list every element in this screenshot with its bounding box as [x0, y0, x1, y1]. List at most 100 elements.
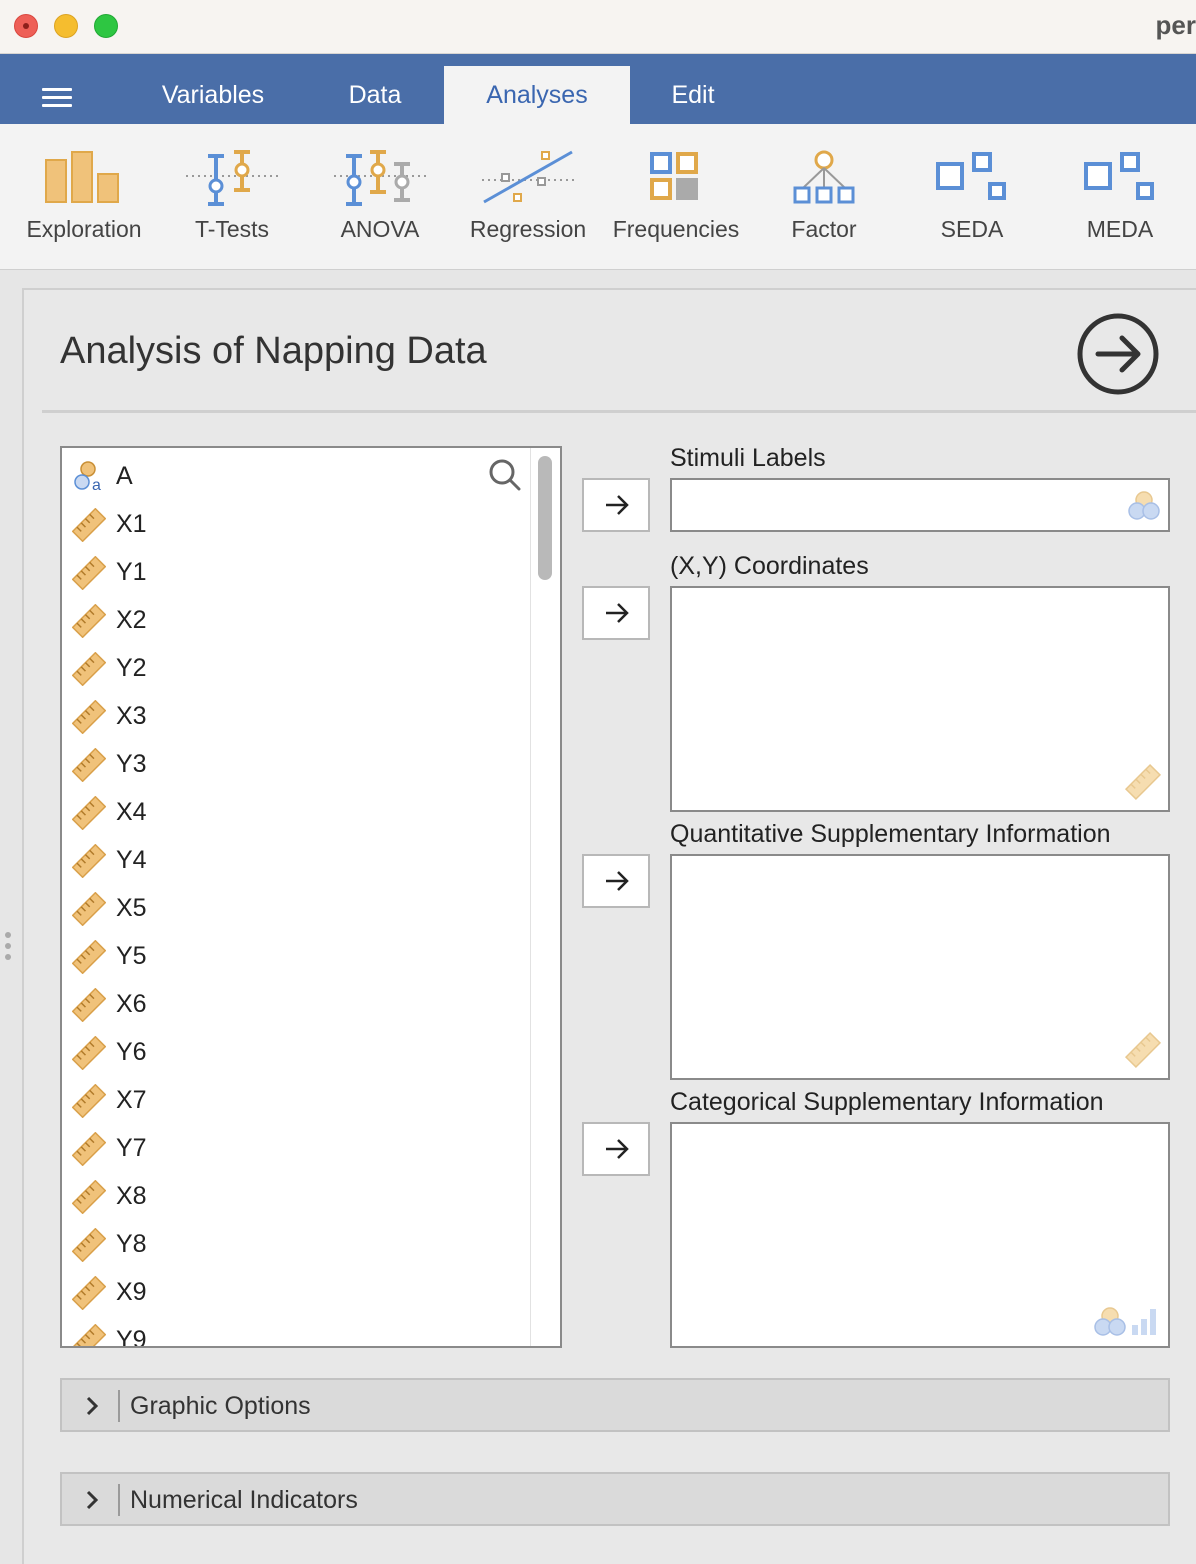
header-divider: [42, 410, 1196, 413]
move-to-quantitative-button[interactable]: [582, 854, 650, 908]
close-window-button[interactable]: [14, 14, 38, 38]
variable-item[interactable]: Y9: [62, 1316, 522, 1348]
continuous-variable-icon: [71, 555, 107, 591]
quantitative-supplementary-box[interactable]: [670, 854, 1170, 1080]
variable-item[interactable]: Y4: [62, 836, 522, 884]
search-icon[interactable]: [488, 458, 522, 497]
svg-text:a: a: [92, 477, 101, 494]
categorical-supplementary-box[interactable]: [670, 1122, 1170, 1348]
continuous-variable-icon: [71, 699, 107, 735]
zoom-window-button[interactable]: [94, 14, 118, 38]
frequencies-icon: [650, 152, 698, 200]
t-tests-icon: [186, 150, 278, 206]
nominal-ordinal-hint-icon: [1092, 1305, 1162, 1342]
tab-variables[interactable]: Variables: [138, 66, 288, 124]
continuous-variable-icon: [71, 795, 107, 831]
variable-item[interactable]: Y2: [62, 644, 522, 692]
variable-name: X2: [116, 606, 147, 634]
graphic-options-title: Graphic Options: [130, 1392, 311, 1420]
menu-icon[interactable]: [42, 88, 74, 110]
variable-item[interactable]: X2: [62, 596, 522, 644]
move-to-coordinates-button[interactable]: [582, 586, 650, 640]
t-tests-label: T-Tests: [194, 216, 270, 242]
move-to-categorical-button[interactable]: [582, 1122, 650, 1176]
continuous-variable-hint-icon: [1124, 1031, 1162, 1074]
factor-label: Factor: [791, 216, 857, 242]
run-analysis-button[interactable]: [1076, 312, 1160, 396]
variable-name: A: [116, 462, 133, 490]
tab-edit[interactable]: Edit: [640, 66, 746, 124]
numerical-indicators-section[interactable]: Numerical Indicators: [60, 1472, 1170, 1526]
variable-name: Y4: [116, 846, 147, 874]
variable-name: Y3: [116, 750, 147, 778]
variable-name: Y8: [116, 1230, 147, 1258]
variable-item[interactable]: Y5: [62, 932, 522, 980]
variable-item[interactable]: X5: [62, 884, 522, 932]
variable-name: X4: [116, 798, 147, 826]
variable-name: X1: [116, 510, 147, 538]
variable-list-scroll-thumb[interactable]: [538, 456, 552, 580]
nominal-variable-hint-icon: [1126, 489, 1162, 526]
continuous-variable-hint-icon: [1124, 763, 1162, 806]
arrow-right-icon: [606, 1139, 629, 1159]
continuous-variable-icon: [71, 891, 107, 927]
arrow-right-icon: [606, 603, 629, 623]
variable-list-scrollbar[interactable]: [530, 448, 560, 1346]
variable-name: Y1: [116, 558, 147, 586]
variable-item[interactable]: Y7: [62, 1124, 522, 1172]
exploration-icon: [45, 151, 119, 203]
variable-name: X7: [116, 1086, 147, 1114]
frequencies-button[interactable]: Frequencies: [602, 124, 750, 270]
regression-icon: [482, 150, 574, 204]
variable-item[interactable]: Y1: [62, 548, 522, 596]
continuous-variable-icon: [71, 1275, 107, 1311]
chevron-right-icon: [86, 1490, 99, 1510]
continuous-variable-icon: [71, 507, 107, 543]
continuous-variable-icon: [71, 1179, 107, 1215]
variable-item[interactable]: X1: [62, 500, 522, 548]
stimuli-labels-box[interactable]: [670, 478, 1170, 532]
factor-button[interactable]: Factor: [750, 124, 898, 270]
variable-item[interactable]: Y8: [62, 1220, 522, 1268]
variable-item[interactable]: Y6: [62, 1028, 522, 1076]
variable-item[interactable]: X8: [62, 1172, 522, 1220]
variable-item[interactable]: X9: [62, 1268, 522, 1316]
continuous-variable-icon: [71, 603, 107, 639]
variable-name: Y2: [116, 654, 147, 682]
variable-name: Y5: [116, 942, 147, 970]
exploration-button[interactable]: Exploration: [10, 124, 158, 270]
variable-name: Y7: [116, 1134, 147, 1162]
variable-name: X6: [116, 990, 147, 1018]
tab-analyses[interactable]: Analyses: [444, 66, 630, 124]
variable-list[interactable]: a A X1 Y1 X2 Y2 X3 Y3 X4 Y4 X5 Y5 X6 Y6 X7 Y7 X8 Y8 X9 Y9: [60, 446, 562, 1348]
anova-button[interactable]: ANOVA: [306, 124, 454, 270]
variable-name: X3: [116, 702, 147, 730]
arrow-right-circle-icon: [1077, 313, 1159, 395]
t-tests-button[interactable]: T-Tests: [158, 124, 306, 270]
window-titlebar: per: [0, 0, 1196, 54]
continuous-variable-icon: [71, 987, 107, 1023]
coordinates-box[interactable]: [670, 586, 1170, 812]
variable-item[interactable]: X3: [62, 692, 522, 740]
variable-item[interactable]: X7: [62, 1076, 522, 1124]
regression-label: Regression: [469, 216, 587, 242]
analyses-ribbon: Exploration T-Tests ANOVA Regression Fre…: [0, 124, 1196, 270]
graphic-options-section[interactable]: Graphic Options: [60, 1378, 1170, 1432]
variable-item[interactable]: X4: [62, 788, 522, 836]
minimize-window-button[interactable]: [54, 14, 78, 38]
meda-label: MEDA: [1086, 216, 1154, 242]
variable-name: Y9: [116, 1326, 147, 1348]
continuous-variable-icon: [71, 843, 107, 879]
meda-button[interactable]: MEDA: [1046, 124, 1194, 270]
variable-item[interactable]: Y3: [62, 740, 522, 788]
frequencies-label: Frequencies: [612, 216, 740, 242]
variable-item[interactable]: aA: [62, 452, 522, 500]
variable-item[interactable]: X6: [62, 980, 522, 1028]
chevron-right-icon: [86, 1396, 99, 1416]
move-to-stimuli-labels-button[interactable]: [582, 478, 650, 532]
regression-button[interactable]: Regression: [454, 124, 602, 270]
seda-button[interactable]: SEDA: [898, 124, 1046, 270]
tab-data[interactable]: Data: [316, 66, 434, 124]
quantitative-supplementary-label: Quantitative Supplementary Information: [670, 820, 1111, 848]
panel-resize-handle[interactable]: [5, 932, 13, 964]
